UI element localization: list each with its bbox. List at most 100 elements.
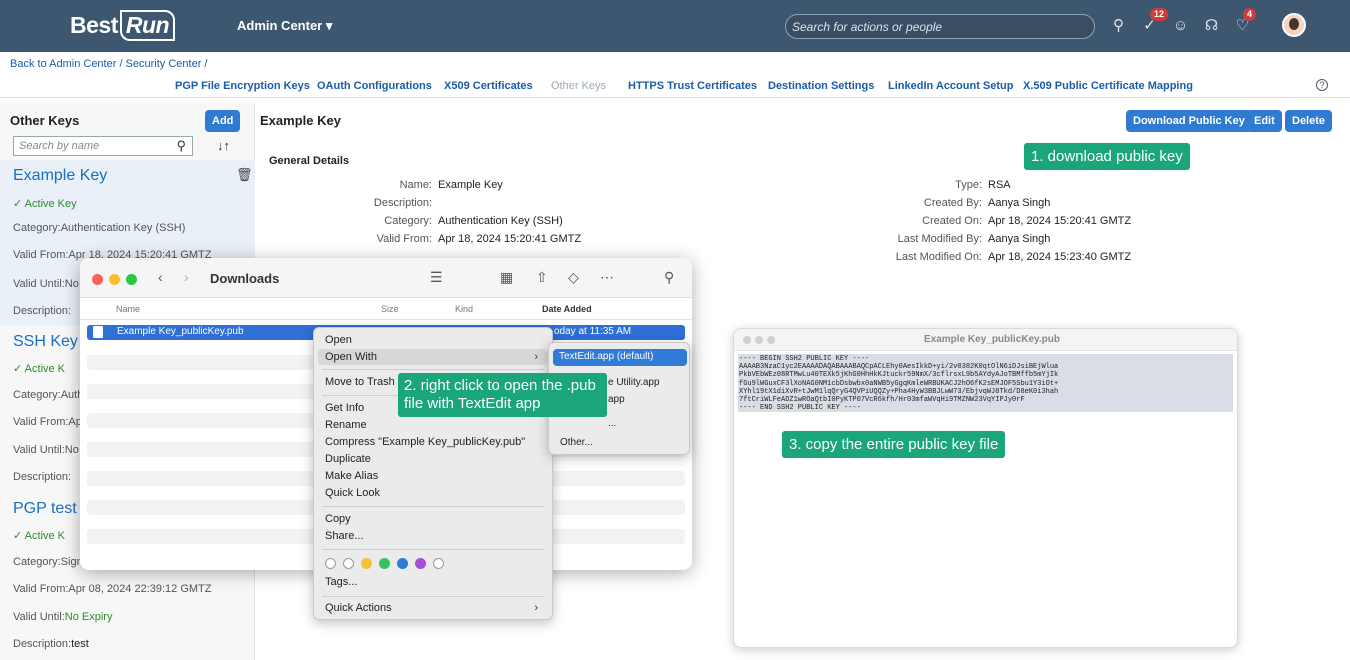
bell-icon[interactable]: ♡ 4 — [1227, 8, 1258, 38]
key-description: Description:test — [13, 638, 89, 650]
status-badge: ✓ Active K — [13, 530, 66, 542]
delete-button[interactable]: Delete — [1285, 110, 1333, 132]
tag-color-none[interactable] — [325, 558, 336, 569]
tag-icon[interactable]: ◇ — [568, 269, 579, 286]
tab-x509[interactable]: X509 Certificates — [444, 80, 533, 92]
detail-row-modified-by: Last Modified By: Aanya Singh — [897, 233, 1051, 245]
callout-step-2: 2. right click to open the .pub file wit… — [398, 373, 607, 417]
file-name: Example Key_publicKey.pub — [117, 326, 244, 337]
menu-item-open[interactable]: Open — [325, 334, 352, 346]
page-title: Example Key — [260, 113, 341, 128]
key-description: Description: — [13, 471, 72, 483]
minimize-icon[interactable] — [755, 336, 763, 344]
menu-item-get-info[interactable]: Get Info — [325, 402, 364, 414]
submenu-item-app[interactable]: app — [608, 394, 625, 405]
chevron-right-icon: › — [534, 351, 538, 363]
detail-row-created-by: Created By: Aanya Singh — [923, 197, 1051, 209]
menu-item-share[interactable]: Share... — [325, 530, 364, 542]
key-category: Category:Authentication Key (SSH) — [13, 222, 186, 234]
menu-item-copy[interactable]: Copy — [325, 513, 351, 525]
search-icon[interactable]: ⚲ — [664, 269, 674, 286]
list-view-icon[interactable]: ☰ — [430, 269, 443, 286]
detail-row-category: Category: Authentication Key (SSH) — [384, 215, 563, 227]
tag-color-green[interactable] — [379, 558, 390, 569]
menu-item-duplicate[interactable]: Duplicate — [325, 453, 371, 465]
minimize-icon[interactable] — [109, 274, 120, 285]
column-kind[interactable]: Kind — [455, 304, 473, 314]
add-button[interactable]: Add — [205, 110, 241, 132]
tab-other-keys[interactable]: Other Keys — [551, 80, 606, 92]
breadcrumb[interactable]: Back to Admin Center / Security Center / — [10, 58, 207, 70]
share-icon[interactable]: ⇧ — [536, 269, 548, 286]
menu-item-rename[interactable]: Rename — [325, 419, 367, 431]
close-icon[interactable] — [743, 336, 751, 344]
tab-oauth[interactable]: OAuth Configurations — [317, 80, 432, 92]
menu-item-make-alias[interactable]: Make Alias — [325, 470, 378, 482]
forward-icon[interactable]: › — [184, 269, 189, 285]
submenu-item-utility[interactable]: e Utility.app — [608, 377, 660, 388]
submenu-item-textedit[interactable]: TextEdit.app (default) — [553, 349, 687, 366]
public-key-text[interactable]: ---- BEGIN SSH2 PUBLIC KEY ---- AAAAB3Nz… — [738, 354, 1233, 412]
tab-destination[interactable]: Destination Settings — [768, 80, 874, 92]
key-search-placeholder: Search by name — [19, 140, 100, 152]
more-icon[interactable]: ⋯ — [600, 269, 614, 286]
search-icon[interactable]: ⚲ — [1103, 14, 1134, 38]
tab-https-trust[interactable]: HTTPS Trust Certificates — [628, 80, 757, 92]
tag-color-purple[interactable] — [415, 558, 426, 569]
edit-button[interactable]: Edit — [1247, 110, 1282, 132]
menu-item-compress[interactable]: Compress "Example Key_publicKey.pub" — [325, 436, 525, 448]
file-icon — [93, 326, 103, 338]
tab-linkedin[interactable]: LinkedIn Account Setup — [888, 80, 1014, 92]
zoom-icon[interactable] — [767, 336, 775, 344]
status-badge: ✓ Active Key — [13, 198, 77, 210]
tag-color-yellow[interactable] — [361, 558, 372, 569]
key-valid-until: Valid Until:No — [13, 444, 79, 456]
tag-color-none[interactable] — [343, 558, 354, 569]
detail-row-valid-from: Valid From: Apr 18, 2024 15:20:41 GMTZ — [376, 233, 582, 245]
avatar[interactable] — [1282, 13, 1306, 37]
tag-color-blue[interactable] — [397, 558, 408, 569]
download-public-key-button[interactable]: Download Public Key — [1126, 110, 1252, 132]
zoom-icon[interactable] — [126, 274, 137, 285]
menu-separator — [322, 369, 544, 370]
key-list-title: Other Keys — [10, 113, 80, 128]
back-icon[interactable]: ‹ — [158, 269, 163, 285]
callout-step-3: 3. copy the entire public key file — [782, 431, 1006, 458]
trash-icon[interactable]: 🗑 — [236, 167, 253, 183]
column-size[interactable]: Size — [381, 304, 399, 314]
admin-center-menu[interactable]: Admin Center ▾ — [237, 18, 332, 34]
key-name: PGP test — [13, 500, 77, 517]
column-name[interactable]: Name — [116, 304, 140, 314]
submenu-item-more[interactable]: ... — [608, 418, 616, 429]
finder-title: Downloads — [210, 271, 280, 286]
logo-run-text: Run — [119, 10, 176, 41]
status-badge: ✓ Active K — [13, 363, 66, 375]
menu-item-quick-actions[interactable]: Quick Actions › — [318, 600, 548, 616]
support-icon[interactable]: ☊ — [1196, 14, 1227, 38]
tab-pgp-keys[interactable]: PGP File Encryption Keys — [175, 80, 310, 92]
tag-color-none[interactable] — [433, 558, 444, 569]
notifications-badge: 4 — [1243, 8, 1257, 21]
menu-separator — [322, 549, 544, 550]
search-icon[interactable]: ⚲ — [176, 138, 186, 154]
menu-item-open-with[interactable]: Open With › — [318, 349, 548, 365]
shell-search-input[interactable]: Search for actions or people — [785, 14, 1095, 39]
detail-row-type: Type: RSA — [955, 179, 1011, 191]
tab-x509-mapping[interactable]: X.509 Public Certificate Mapping — [1023, 80, 1193, 92]
close-icon[interactable] — [92, 274, 103, 285]
sort-icon[interactable]: ↓↑ — [217, 138, 230, 153]
key-category: Category:Sign — [13, 556, 83, 568]
menu-item-move-to-trash[interactable]: Move to Trash — [325, 376, 395, 388]
menu-item-tags[interactable]: Tags... — [325, 576, 357, 588]
shell-bar: Best Run Admin Center ▾ Search for action… — [0, 0, 1350, 52]
company-logo[interactable]: Best Run — [70, 10, 176, 41]
help-icon[interactable]: ? — [1316, 79, 1328, 91]
submenu-item-other[interactable]: Other... — [560, 437, 593, 448]
group-icon[interactable]: ▦ — [500, 269, 513, 286]
detail-row-modified-on: Last Modified On: Apr 18, 2024 15:23:40 G… — [895, 251, 1132, 263]
tasks-icon[interactable]: ✓ 12 — [1134, 8, 1169, 38]
people-icon[interactable]: ☺ — [1165, 14, 1196, 38]
key-search-input[interactable]: Search by name ⚲ — [13, 136, 193, 156]
column-date-added[interactable]: Date Added — [542, 304, 592, 314]
menu-item-quick-look[interactable]: Quick Look — [325, 487, 380, 499]
